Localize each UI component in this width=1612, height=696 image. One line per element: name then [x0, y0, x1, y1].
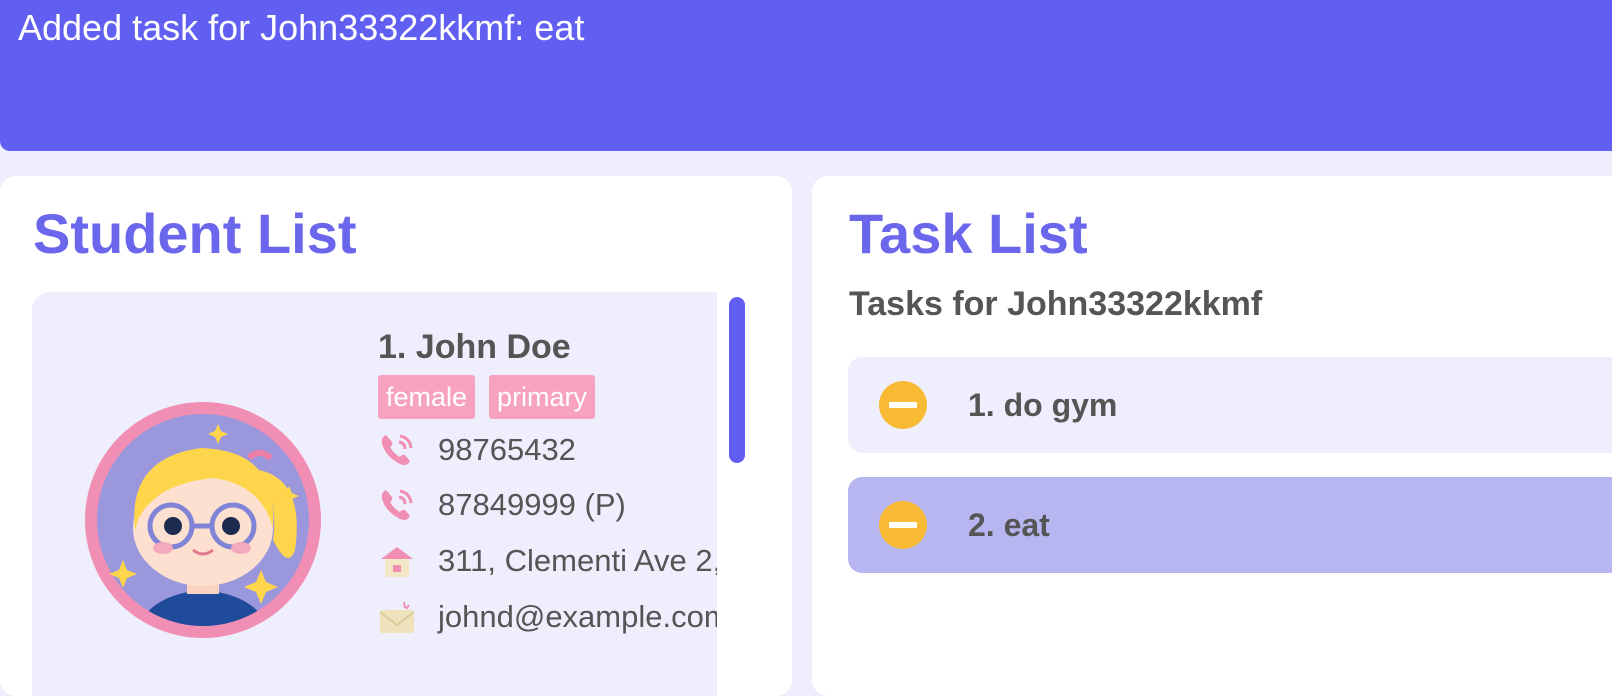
- task-label: 1. do gym: [968, 387, 1118, 423]
- student-list-viewport[interactable]: 1. John Doe female primary 98765432 8784…: [32, 292, 717, 696]
- student-list-title: Student List: [33, 202, 357, 265]
- task-list-panel: Task List Tasks for John33322kkmf 1. do …: [812, 176, 1612, 696]
- house-icon: [381, 547, 413, 577]
- address-row: 311, Clementi Ave 2,: [378, 539, 717, 583]
- minus-circle-icon: [879, 381, 927, 429]
- phone-row: 98765432: [378, 428, 576, 472]
- parent-phone-row: 87849999 (P): [378, 483, 626, 527]
- envelope-icon: [379, 601, 415, 633]
- tag-female: female: [378, 375, 476, 419]
- student-card[interactable]: 1. John Doe female primary 98765432 8784…: [32, 292, 717, 696]
- task-item-selected[interactable]: 2. eat: [848, 477, 1612, 573]
- address-text: 311, Clementi Ave 2,: [438, 543, 717, 578]
- student-list-panel: Student List 1. John Doe female primary …: [0, 176, 792, 696]
- parent-phone-number: 87849999 (P): [438, 487, 626, 522]
- email-row: johnd@example.com: [378, 595, 717, 639]
- task-label: 2. eat: [968, 507, 1050, 543]
- phone-icon: [381, 434, 413, 465]
- result-message: Added task for John33322kkmf: eat: [18, 7, 585, 48]
- task-list-title: Task List: [849, 202, 1088, 265]
- minus-circle-icon: [879, 501, 927, 549]
- student-list-scrollbar[interactable]: [729, 297, 745, 463]
- student-name: 1. John Doe: [378, 328, 571, 366]
- task-item[interactable]: 1. do gym: [848, 357, 1612, 453]
- result-display: Added task for John33322kkmf: eat: [0, 0, 1612, 151]
- task-list-subtitle: Tasks for John33322kkmf: [849, 285, 1263, 323]
- phone-number: 98765432: [438, 432, 576, 467]
- email-text: johnd@example.com: [438, 599, 717, 634]
- girl-with-glasses-avatar-icon: [85, 402, 321, 638]
- student-tags: female primary: [378, 375, 596, 419]
- phone-icon: [381, 489, 413, 520]
- tag-primary: primary: [489, 375, 596, 419]
